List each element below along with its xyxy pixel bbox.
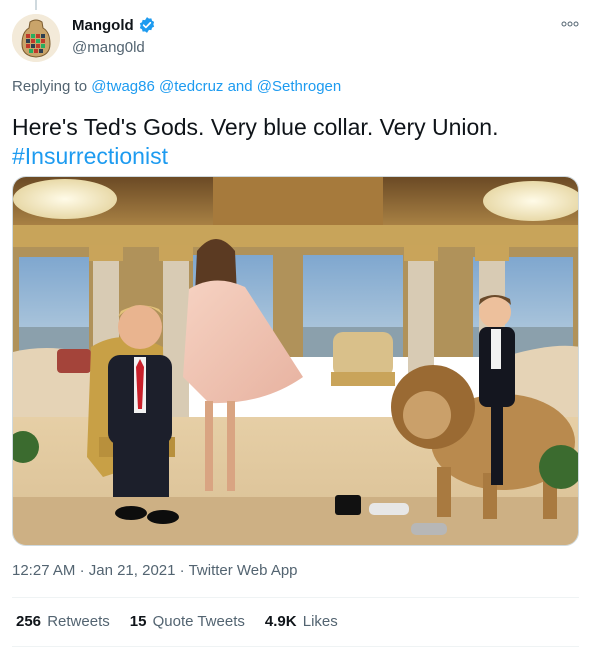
tweet-body: Here's Ted's Gods. Very blue collar. Ver… [12,114,499,140]
tweet-date[interactable]: Jan 21, 2021 [89,562,176,579]
avatar[interactable] [12,14,60,62]
author-names: Mangold @mang0ld [72,16,156,56]
quote-tweets-count: 15 [129,613,147,630]
quote-tweets-stat[interactable]: 15 Quote Tweets [130,613,245,630]
hashtag-link[interactable]: #Insurrectionist [12,142,582,171]
tweet-header: Mangold @mang0ld [12,12,579,64]
retweets-label: Retweets [47,613,110,630]
divider-bottom [12,646,579,647]
tweet-source-app[interactable]: Twitter Web App [189,562,298,579]
avatar-image [12,14,60,62]
replying-to-label: Replying to [12,78,88,95]
tweet-stats: 256 Retweets 15 Quote Tweets 4.9K Likes [16,613,338,630]
author-handle[interactable]: @mang0ld [72,39,156,56]
retweets-count: 256 [16,613,42,630]
thread-connector-line [35,0,37,10]
retweets-stat[interactable]: 256 Retweets [16,613,110,630]
divider [12,597,579,598]
likes-label: Likes [302,613,338,630]
quote-tweets-label: Quote Tweets [152,613,245,630]
display-name-row: Mangold [72,16,156,34]
more-options-icon[interactable] [561,14,579,30]
likes-stat[interactable]: 4.9K Likes [265,613,338,630]
mention-sethrogen[interactable]: @Sethrogen [257,78,341,95]
display-name[interactable]: Mangold [72,17,134,34]
mention-twag86[interactable]: @twag86 [91,78,155,95]
meta-separator: · [79,562,85,579]
tweet-time[interactable]: 12:27 AM [12,562,75,579]
tweet-media-photo[interactable] [12,176,579,546]
replying-to-joiner: and [227,78,253,95]
meta-separator-2: · [179,562,185,579]
likes-count: 4.9K [264,613,297,630]
verified-badge-icon [138,16,156,34]
tweet-meta: 12:27 AM · Jan 21, 2021 · Twitter Web Ap… [12,562,298,579]
mention-tedcruz[interactable]: @tedcruz [159,78,223,95]
tweet-text: Here's Ted's Gods. Very blue collar. Ver… [12,113,582,171]
photo-image [13,177,578,545]
replying-to: Replying to @twag86 @tedcruz and @Sethro… [12,78,341,95]
